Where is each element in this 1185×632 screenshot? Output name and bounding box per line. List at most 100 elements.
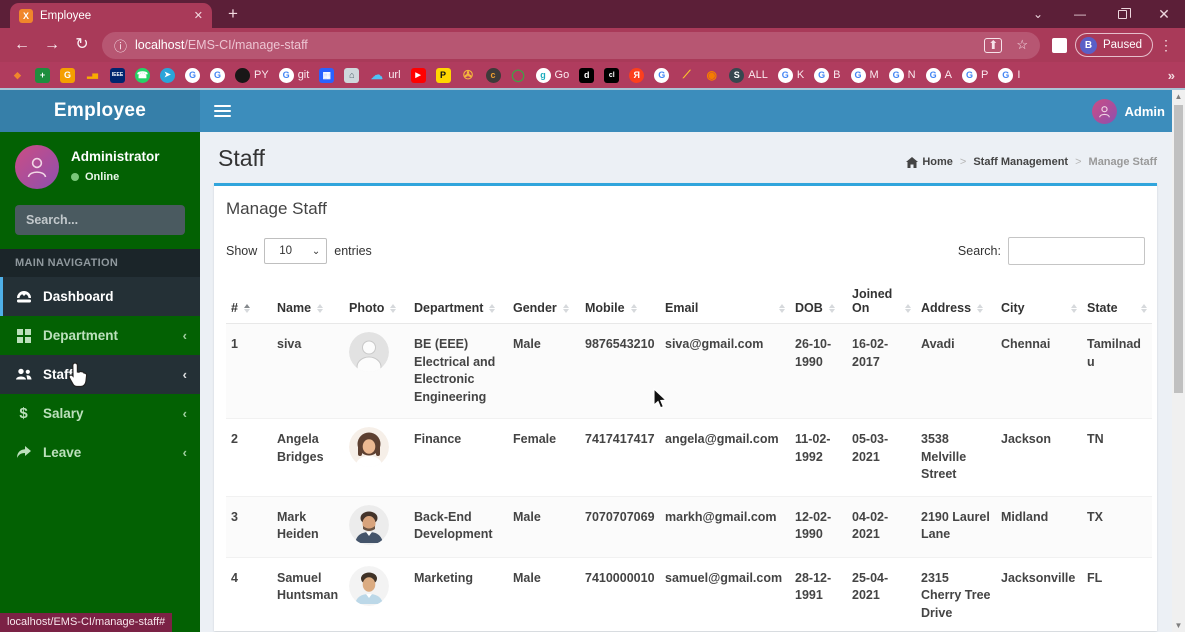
sort-icon[interactable] xyxy=(1141,304,1147,315)
bookmark-item[interactable]: ☎ xyxy=(135,67,150,83)
col-photo[interactable]: Photo xyxy=(344,279,409,324)
table-row[interactable]: 4 Samuel Huntsman Marketing Male 7410000… xyxy=(226,556,1152,631)
bookmark-item[interactable]: ✇ xyxy=(461,68,476,83)
bookmark-item[interactable]: ▶ xyxy=(410,67,426,83)
page-size-select[interactable]: 10 ⌄ xyxy=(264,238,328,264)
navbar-user-menu[interactable]: Admin xyxy=(1091,98,1171,124)
bookmark-item[interactable]: GM xyxy=(850,67,879,83)
sort-icon[interactable] xyxy=(243,304,250,315)
back-button[interactable]: ← xyxy=(8,37,36,53)
bookmark-favicon-icon: ◉ xyxy=(706,68,717,82)
share-icon[interactable]: ⬆ xyxy=(984,37,1003,53)
bookmark-item[interactable]: GP xyxy=(961,67,988,83)
bookmark-star-icon[interactable]: ☆ xyxy=(1016,37,1028,53)
tab-close-icon[interactable]: ✕ xyxy=(194,9,203,22)
col-mobile[interactable]: Mobile xyxy=(580,279,660,324)
bookmark-item[interactable]: G xyxy=(210,67,225,83)
sidebar-item-dashboard[interactable]: Dashboard xyxy=(0,277,200,316)
bookmark-item[interactable]: IEEE xyxy=(110,67,125,83)
bookmark-item[interactable]: Ggit xyxy=(278,67,309,83)
brand-logo[interactable]: Employee xyxy=(0,90,200,132)
address-bar[interactable]: ⓘ localhost/EMS-CI/manage-staff ⬆ ☆ xyxy=(102,31,1040,59)
restore-button[interactable] xyxy=(1101,0,1143,28)
bookmark-item[interactable]: ▦ xyxy=(319,67,335,83)
scrollbar-thumb[interactable] xyxy=(1174,105,1183,393)
sort-icon[interactable] xyxy=(905,304,911,315)
bookmark-item[interactable]: GN xyxy=(888,67,916,83)
bookmark-item[interactable]: cl xyxy=(604,67,620,83)
sidebar-item-department[interactable]: Department ‹ xyxy=(0,316,200,355)
col-city[interactable]: City xyxy=(996,279,1082,324)
breadcrumb-home[interactable]: Home xyxy=(906,156,953,168)
sort-icon[interactable] xyxy=(977,304,984,315)
browser-tab[interactable]: X Employee ✕ xyxy=(10,3,212,28)
scroll-down-icon[interactable]: ▼ xyxy=(1175,619,1183,632)
titlebar-chevron-icon[interactable]: ⌄ xyxy=(1017,0,1059,28)
table-row[interactable]: 1 siva BE (EEE) Electrical and Electroni… xyxy=(226,323,1152,419)
sidebar-toggle-icon[interactable] xyxy=(214,105,231,117)
reload-button[interactable]: ↻ xyxy=(68,37,96,53)
col-gender[interactable]: Gender xyxy=(508,279,580,324)
bookmark-item[interactable]: GA xyxy=(925,67,952,83)
minimize-button[interactable]: — xyxy=(1059,0,1101,28)
sort-icon[interactable] xyxy=(489,304,496,315)
col-joined[interactable]: Joined On xyxy=(847,279,916,324)
sidebar-item-staff[interactable]: Staff ‹ xyxy=(0,355,200,394)
bookmark-item[interactable]: GB xyxy=(814,67,841,83)
breadcrumb-section[interactable]: Staff Management xyxy=(973,156,1068,168)
table-row[interactable]: 2 Angela Bridges Finance Female 74174174… xyxy=(226,418,1152,496)
col-dob[interactable]: DOB xyxy=(790,279,847,324)
col-email[interactable]: Email xyxy=(660,279,790,324)
new-tab-button[interactable]: + xyxy=(228,4,238,24)
col-address[interactable]: Address xyxy=(916,279,996,324)
sort-icon[interactable] xyxy=(562,304,569,315)
browser-menu-icon[interactable]: ⋮ xyxy=(1155,37,1177,54)
bookmark-item[interactable]: ▂▅ xyxy=(85,68,100,83)
col-name[interactable]: Name xyxy=(272,279,344,324)
select-caret-icon: ⌄ xyxy=(311,245,321,257)
bookmark-item[interactable]: ◉ xyxy=(704,68,719,83)
bookmark-item[interactable]: Я xyxy=(629,67,645,83)
extension-paused-pill[interactable]: B Paused xyxy=(1074,33,1153,57)
bookmark-item[interactable]: + xyxy=(35,67,50,83)
sort-icon[interactable] xyxy=(630,304,637,315)
col-rank[interactable]: # xyxy=(226,279,272,324)
sidebar-item-salary[interactable]: $ Salary ‹ xyxy=(0,394,200,433)
col-department[interactable]: Department xyxy=(409,279,508,324)
bookmark-item[interactable]: GK xyxy=(777,67,804,83)
forward-button[interactable]: → xyxy=(38,37,66,53)
bookmark-item[interactable]: ◆ xyxy=(10,68,25,83)
site-info-icon[interactable]: ⓘ xyxy=(114,36,127,55)
bookmark-item[interactable]: GI xyxy=(998,67,1020,83)
close-button[interactable]: ✕ xyxy=(1143,0,1185,28)
table-search-input[interactable] xyxy=(1008,237,1145,265)
bookmark-item[interactable]: S ALL xyxy=(729,67,768,83)
sidebar-item-leave[interactable]: Leave ‹ xyxy=(0,433,200,472)
scroll-up-icon[interactable]: ▲ xyxy=(1175,90,1183,103)
bookmark-item[interactable]: ◯ xyxy=(511,68,526,83)
bookmark-item[interactable]: G xyxy=(185,67,200,83)
col-state[interactable]: State xyxy=(1082,279,1152,324)
bookmark-item[interactable]: P xyxy=(435,67,451,83)
sort-icon[interactable] xyxy=(1071,304,1077,315)
bookmark-item[interactable]: G xyxy=(654,67,670,83)
sort-icon[interactable] xyxy=(828,304,835,315)
sidebar-search[interactable] xyxy=(15,205,187,235)
table-row[interactable]: 3 Mark Heiden Back-End Development Male … xyxy=(226,495,1152,557)
bookmark-item[interactable]: c xyxy=(485,67,501,83)
bookmarks-overflow-icon[interactable]: » xyxy=(1168,68,1175,83)
bookmark-item[interactable]: ➤ xyxy=(160,67,175,83)
extension-icon[interactable] xyxy=(1051,37,1067,53)
sort-icon[interactable] xyxy=(317,304,324,315)
bookmark-item[interactable]: ☁ url xyxy=(369,68,401,83)
page-scrollbar[interactable]: ▲ ▼ xyxy=(1172,90,1185,632)
bookmark-item[interactable]: ⌂ xyxy=(344,67,360,83)
bookmark-item[interactable]: d xyxy=(579,67,595,83)
bookmark-item[interactable]: g Go xyxy=(535,67,569,83)
bookmark-item[interactable]: G xyxy=(60,67,75,83)
bookmark-item[interactable]: PY xyxy=(235,67,269,83)
sort-icon[interactable] xyxy=(390,304,397,315)
sidebar-search-input[interactable] xyxy=(26,213,187,227)
bookmark-item[interactable]: ⟋ xyxy=(679,68,694,83)
sort-icon[interactable] xyxy=(779,304,785,315)
